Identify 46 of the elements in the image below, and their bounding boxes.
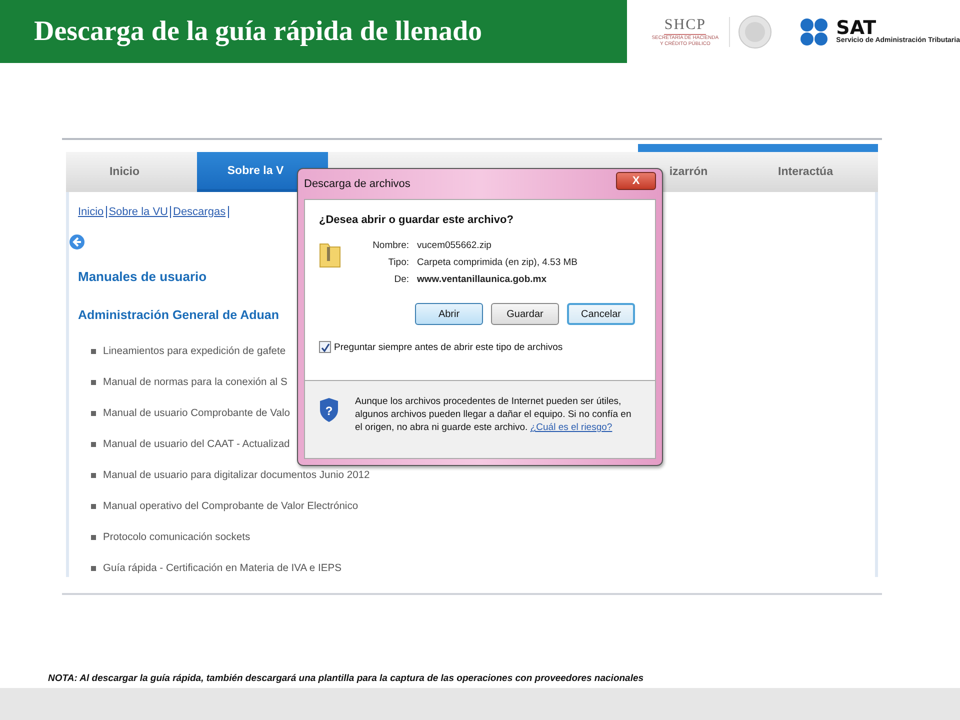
document-link[interactable]: Manual de normas para la conexión al S: [103, 377, 288, 388]
dialog-button[interactable]: Guardar: [491, 303, 559, 325]
sat-logo-icon: [800, 18, 828, 46]
breadcrumb-link[interactable]: Descargas: [173, 206, 226, 218]
back-icon[interactable]: [69, 234, 85, 250]
document-link[interactable]: Lineamientos para expedición de gafete: [103, 346, 286, 357]
field-value: Carpeta comprimida (en zip), 4.53 MB: [417, 257, 578, 268]
document-link[interactable]: Manual de usuario Comprobante de Valo: [103, 408, 290, 419]
checkbox-label: Preguntar siempre antes de abrir este tipo de archivos: [334, 342, 563, 352]
document-link[interactable]: Guía rápida - Certificación en Materia de IVA e IEPS: [103, 563, 342, 574]
document-link[interactable]: Manual de usuario para digitalizar documentos Junio 2012: [103, 470, 370, 481]
field-label: De:: [393, 274, 409, 285]
bullet-icon: [91, 380, 96, 385]
logo-text: SAT: [836, 19, 876, 37]
dialog-button[interactable]: Cancelar: [567, 303, 635, 325]
shield-question-icon: ?: [319, 397, 339, 423]
risk-link[interactable]: ¿Cuál es el riesgo?: [530, 422, 612, 433]
dialog-button[interactable]: Abrir: [415, 303, 483, 325]
checkbox[interactable]: [319, 341, 331, 353]
section-subheading: Administración General de Aduan: [78, 308, 279, 322]
document-link[interactable]: Manual de usuario del CAAT - Actualizad: [103, 439, 290, 450]
slide-title: Descarga de la guía rápida de llenado: [34, 16, 482, 48]
field-label: Tipo:: [387, 257, 409, 268]
field-value: vucem055662.zip: [417, 240, 492, 251]
note-text: NOTA: Al descargar la guía rápida, también descargará una plantilla para la captura de las operaciones con proveedores nacionales: [48, 673, 645, 684]
bullet-icon: [91, 442, 96, 447]
field-label: Nombre:: [372, 240, 409, 251]
bullet-icon: [91, 504, 96, 509]
bullet-icon: [91, 566, 96, 571]
nav-tab[interactable]: Inicio: [66, 152, 197, 192]
seal-icon: [738, 14, 772, 48]
section-heading: Manuales de usuario: [78, 269, 207, 284]
warning-text: Aunque los archivos procedentes de Internet pueden ser útiles, algunos archivos pueden llegar a dañar el equipo. Si no confía en el origen, no abra ni guarde este archivo. ¿Cuál es el riesgo?: [355, 395, 632, 434]
bullet-icon: [91, 473, 96, 478]
breadcrumb-link[interactable]: Inicio: [78, 206, 104, 218]
breadcrumb-link[interactable]: Sobre la VU: [108, 206, 168, 218]
dialog-question: ¿Desea abrir o guardar este archivo?: [319, 214, 514, 226]
document-link[interactable]: Protocolo comunicación sockets: [103, 532, 250, 543]
bullet-icon: [91, 535, 96, 540]
field-value: www.ventanillaunica.gob.mx: [417, 274, 547, 285]
document-link[interactable]: Manual operativo del Comprobante de Valor Electrónico: [103, 501, 358, 512]
close-button[interactable]: X: [616, 172, 656, 190]
bullet-icon: [91, 411, 96, 416]
logo-text: SHCP: [664, 16, 706, 34]
bullet-icon: [91, 349, 96, 354]
nav-tab[interactable]: Interactúa: [747, 152, 878, 192]
